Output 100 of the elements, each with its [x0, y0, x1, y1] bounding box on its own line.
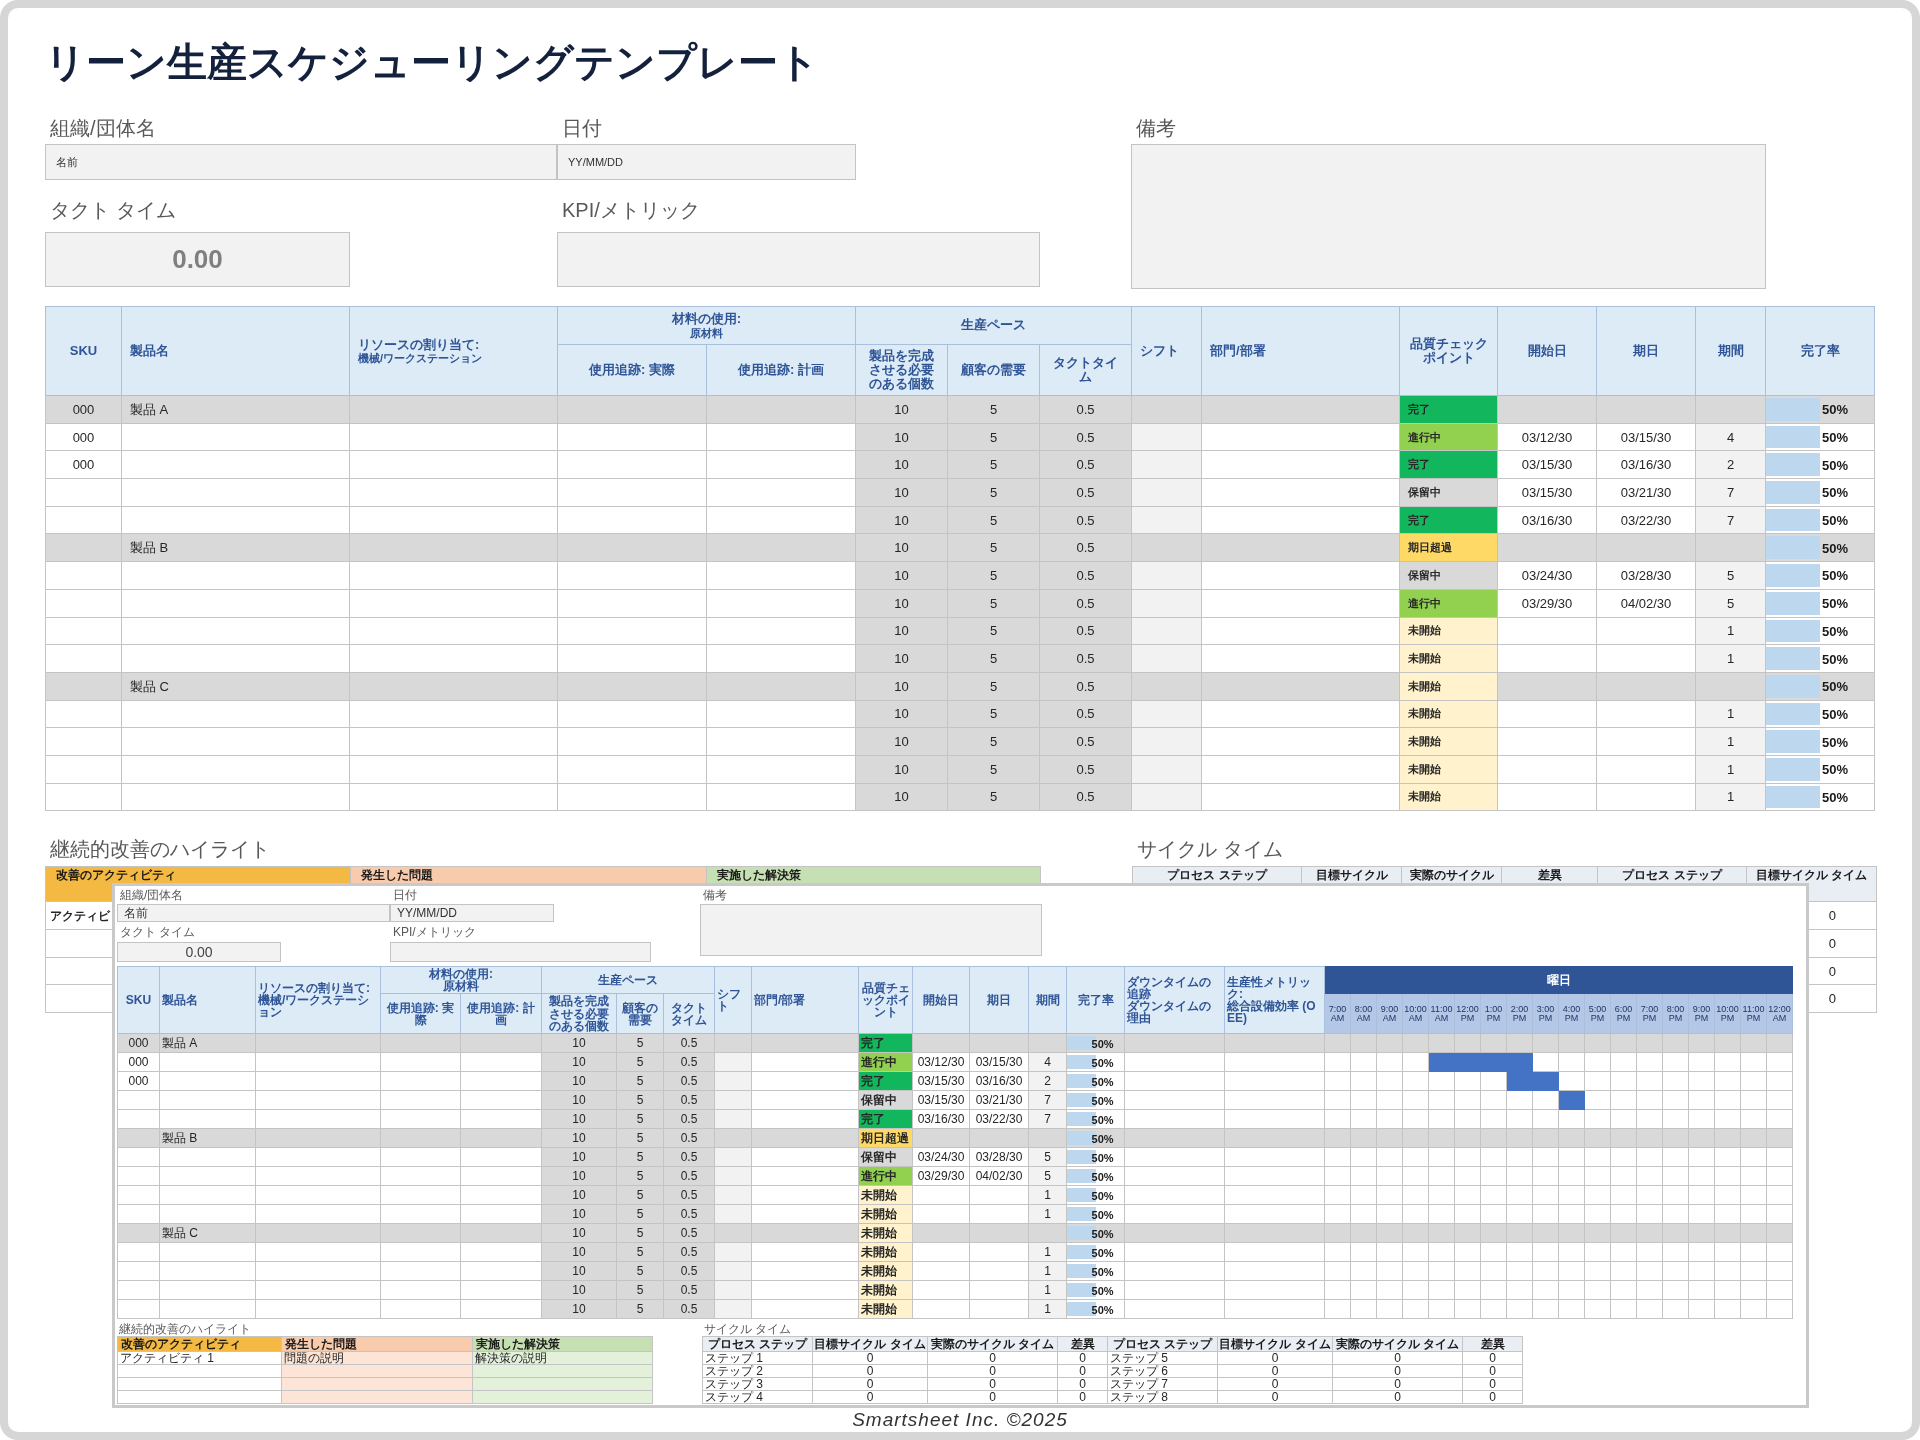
column-header: 顧客の需要	[616, 993, 664, 1034]
table-cell: 1	[1695, 783, 1766, 811]
table-cell: 0.5	[1039, 589, 1132, 617]
percent-text: 50%	[1090, 1266, 1114, 1279]
table-cell: 10	[855, 561, 948, 590]
org-name-field[interactable]: 名前	[117, 904, 390, 922]
table-cell	[1131, 727, 1202, 756]
column-header: SKU	[117, 966, 160, 1034]
table-cell: 10	[855, 644, 948, 673]
kpi-field[interactable]	[390, 942, 651, 962]
column-header: 期日	[969, 966, 1029, 1034]
table-cell: 1	[1695, 755, 1766, 784]
table-cell: 03/12/30	[1497, 423, 1597, 451]
table-cell: 000	[45, 395, 122, 424]
table-cell: 10	[855, 450, 948, 479]
table-cell: 10	[855, 700, 948, 728]
table-cell: 03/16/30	[1596, 450, 1696, 479]
percent-text: 50%	[1090, 1076, 1114, 1089]
table-cell: 0.5	[1039, 395, 1132, 424]
table-cell: 4	[1695, 423, 1766, 451]
percent-text: 50%	[1821, 734, 1849, 750]
org-name-field[interactable]: 名前	[45, 144, 557, 180]
notes-field[interactable]	[700, 904, 1042, 956]
table-cell: 03/29/30	[1497, 589, 1597, 617]
table-cell: 製品 A	[121, 395, 350, 424]
copyright-text: Smartsheet Inc. ©2025	[852, 1409, 1068, 1431]
kpi-field[interactable]	[557, 232, 1040, 287]
table-cell: 7	[1695, 506, 1766, 534]
table-cell: 7	[1695, 478, 1766, 507]
table-cell: 5	[1695, 561, 1766, 590]
table-cell: 5	[947, 533, 1040, 562]
table-cell: 10	[855, 783, 948, 811]
section-title: サイクル タイム	[1136, 837, 1283, 863]
table-cell: 10	[855, 727, 948, 756]
table-cell: 5	[947, 727, 1040, 756]
header-subtitle: 総合設備効率 (OEE)	[1227, 1000, 1317, 1025]
table-cell: 5	[947, 561, 1040, 590]
column-header: 製品名	[121, 306, 350, 396]
column-header: プロセス ステップ	[702, 1336, 813, 1352]
column-header: 部門/部署	[1201, 306, 1400, 396]
table-cell: 03/28/30	[1596, 561, 1696, 590]
column-header: 品質チェックポイント	[1399, 306, 1498, 396]
percent-text: 50%	[1090, 1152, 1114, 1165]
field-label: 組織/団体名	[49, 116, 156, 141]
header-subtitle: ダウンタイムの理由	[1127, 1000, 1213, 1025]
table-cell: 10	[855, 755, 948, 784]
table-cell: 0.5	[1039, 672, 1132, 701]
column-header: 使用追跡: 計画	[706, 344, 856, 396]
table-cell	[1131, 561, 1202, 590]
percent-text: 50%	[1821, 457, 1849, 473]
header-subtitle: 機械/ワークステーション	[258, 993, 371, 1019]
field-label: KPI/メトリック	[561, 198, 700, 223]
column-header: タクトタイム	[1039, 344, 1132, 396]
date-field[interactable]: YY/MM/DD	[390, 904, 554, 922]
column-header: 部門/部署	[751, 966, 859, 1034]
percent-text: 50%	[1090, 1095, 1114, 1108]
percent-text: 50%	[1090, 1285, 1114, 1298]
table-cell: 03/15/30	[1497, 450, 1597, 479]
header-title: 生産性メトリック:	[1227, 975, 1313, 1001]
table-cell: 10	[855, 506, 948, 534]
takt-time-field[interactable]: 0.00	[117, 942, 281, 962]
status-cell: 未開始	[1399, 783, 1498, 811]
percent-text: 50%	[1821, 651, 1849, 667]
column-header: 完了率	[1066, 966, 1125, 1034]
header-title: 材料の使用:	[670, 312, 743, 327]
column-header: 使用追跡: 計画	[460, 993, 542, 1034]
table-cell	[1131, 533, 1202, 562]
percent-text: 50%	[1090, 1038, 1114, 1051]
column-header: 製品名	[159, 966, 256, 1034]
header-subtitle: 原材料	[443, 980, 479, 993]
status-cell: 完了	[1399, 506, 1498, 534]
percent-text: 50%	[1821, 485, 1849, 501]
table-cell: 10	[855, 672, 948, 701]
column-header: 目標サイクル タイム	[1217, 1336, 1333, 1352]
column-header: シフト	[1131, 306, 1202, 396]
percent-text: 50%	[1090, 1209, 1114, 1222]
table-cell: 0.5	[1039, 450, 1132, 479]
status-cell: 期日超過	[1399, 533, 1498, 562]
notes-field[interactable]	[1131, 144, 1766, 289]
table-cell: 0.5	[1039, 644, 1132, 673]
table-cell: 5	[947, 450, 1040, 479]
status-cell: 未開始	[1399, 617, 1498, 645]
table-cell: 0.5	[1039, 783, 1132, 811]
takt-time-field[interactable]: 0.00	[45, 232, 350, 287]
table-cell	[1131, 755, 1202, 784]
percent-text: 50%	[1821, 402, 1849, 418]
table-cell: 5	[947, 423, 1040, 451]
table-cell: 10	[855, 589, 948, 617]
table-cell: 製品 C	[121, 672, 350, 701]
column-header: 実施した解決策	[472, 1336, 653, 1352]
field-label: KPI/メトリック	[392, 926, 476, 939]
percent-text: 50%	[1090, 1228, 1114, 1241]
status-cell: 進行中	[1399, 423, 1498, 451]
percent-text: 50%	[1090, 1171, 1114, 1184]
date-field[interactable]: YY/MM/DD	[557, 144, 856, 180]
table-cell: 0.5	[1039, 506, 1132, 534]
column-header: 実際のサイクル タイム	[927, 1336, 1058, 1352]
table-cell: 03/22/30	[1596, 506, 1696, 534]
column-header: SKU	[45, 306, 122, 396]
table-cell: 5	[947, 755, 1040, 784]
